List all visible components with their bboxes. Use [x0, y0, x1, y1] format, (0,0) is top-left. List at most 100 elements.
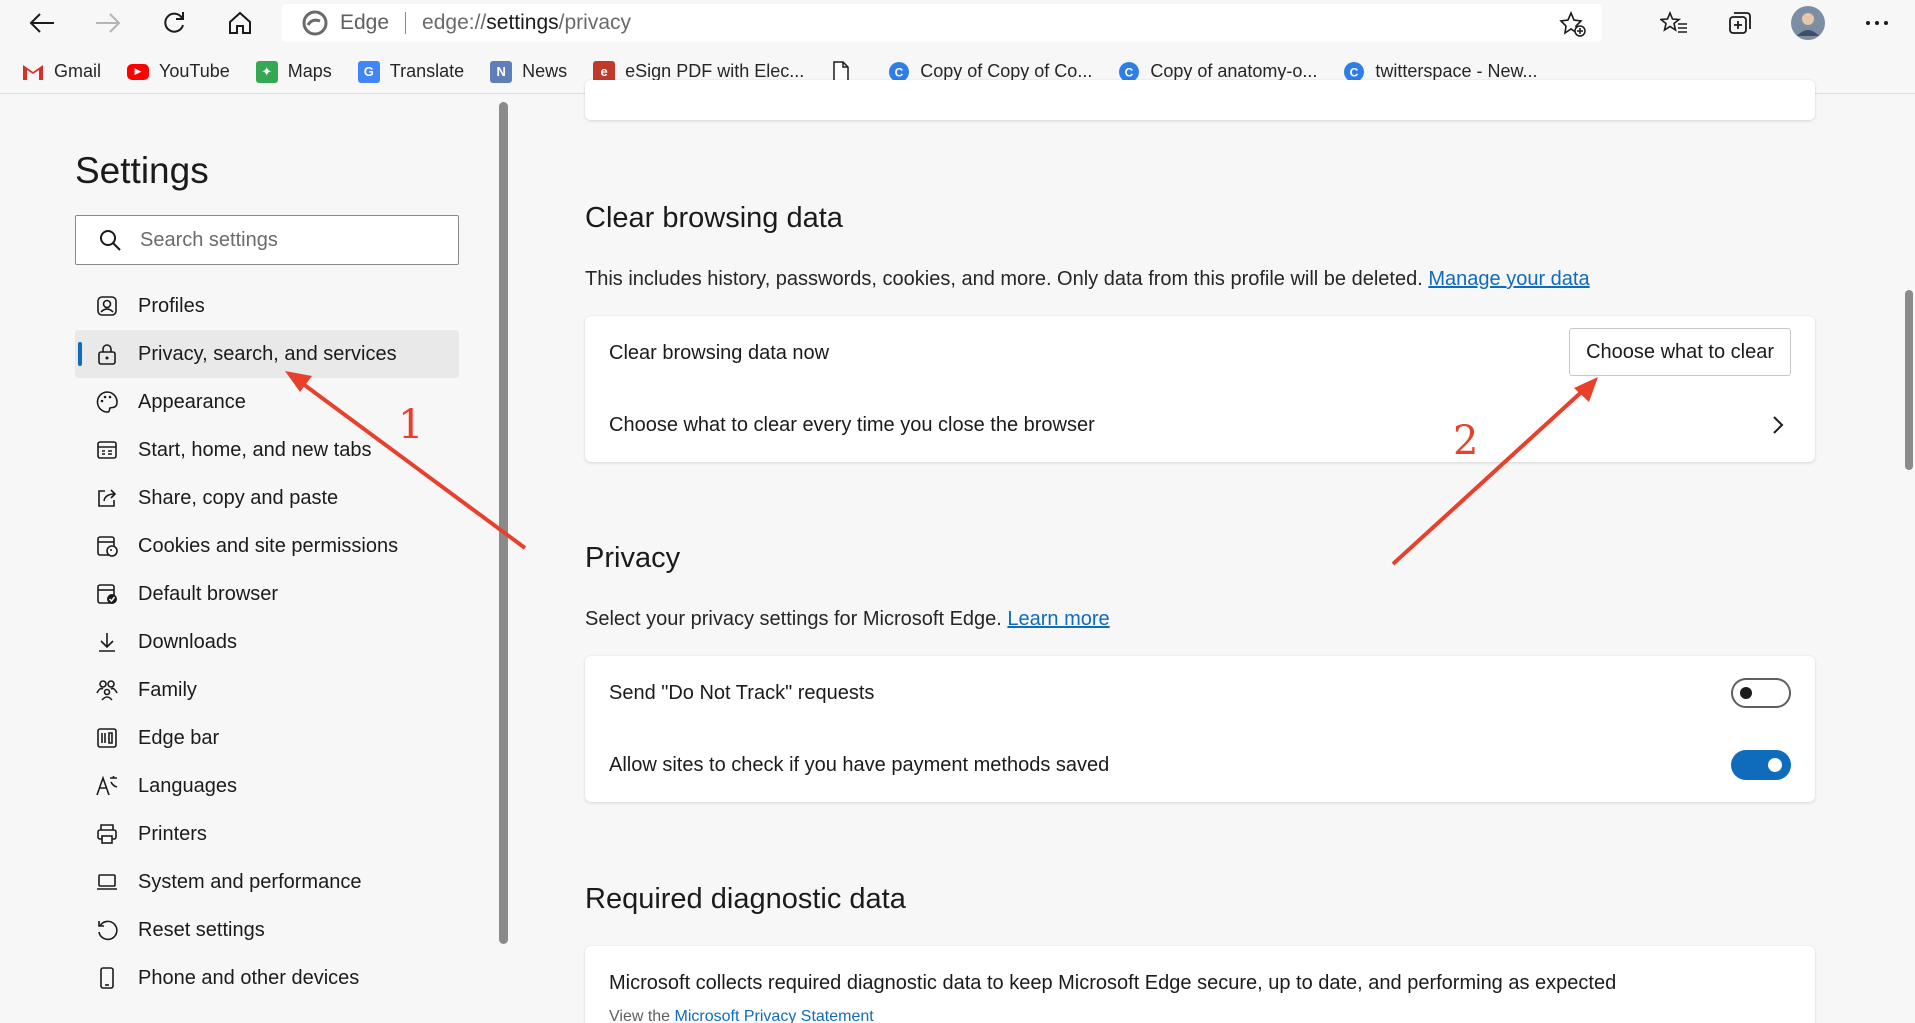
toggle-knob [1740, 687, 1752, 699]
profile-avatar[interactable] [1788, 5, 1828, 41]
learn-more-link[interactable]: Learn more [1007, 608, 1109, 630]
clear-browsing-title: Clear browsing data [585, 202, 843, 234]
bookmark-item[interactable]: Gmail [22, 61, 101, 83]
favorite-add-icon[interactable] [1558, 10, 1588, 38]
page-scrollbar[interactable] [1901, 100, 1915, 1023]
chevron-right-icon [1773, 416, 1784, 434]
default-browser-icon [94, 581, 120, 607]
sidebar-item-downloads[interactable]: Downloads [75, 618, 459, 666]
annotation-label-1: 1 [398, 402, 424, 448]
url-path: settings [486, 11, 559, 34]
maps-icon: ✦ [255, 60, 278, 83]
edge-logo-icon [302, 10, 328, 36]
page-scrollbar-thumb[interactable] [1905, 290, 1913, 470]
choose-what-to-clear-button[interactable]: Choose what to clear [1569, 328, 1791, 376]
home-icon[interactable] [220, 5, 260, 41]
more-icon[interactable] [1857, 5, 1897, 41]
sidebar-item-default-browser[interactable]: Default browser [75, 570, 459, 618]
url-suffix: /privacy [558, 11, 632, 34]
sidebar-item-printers[interactable]: Printers [75, 810, 459, 858]
bookmark-label: eSign PDF with Elec... [625, 61, 805, 81]
bookmark-label: twitterspace - New... [1375, 61, 1538, 81]
privacy-card: Send "Do Not Track" requests Allow sites… [585, 656, 1815, 802]
do-not-track-toggle[interactable] [1731, 678, 1791, 708]
sidebar-item-label: Profiles [138, 294, 205, 317]
search-settings-input[interactable] [140, 228, 440, 252]
svg-text:C: C [1350, 65, 1359, 79]
news-icon: N [490, 60, 513, 83]
clear-browsing-description: This includes history, passwords, cookie… [585, 268, 1590, 291]
bookmark-label: Translate [389, 61, 465, 81]
edge-bar-icon [94, 725, 120, 751]
address-divider [405, 12, 407, 34]
bookmark-item[interactable]: ✦ Maps [255, 60, 332, 83]
bookmark-label: Copy of Copy of Co... [920, 61, 1093, 81]
collections-icon[interactable] [1720, 5, 1760, 41]
bookmark-item[interactable]: N News [490, 60, 567, 83]
svg-text:C: C [1125, 65, 1134, 79]
diagnostic-card: Microsoft collects required diagnostic d… [585, 946, 1815, 1023]
clear-on-close-row[interactable]: Choose what to clear every time you clos… [585, 388, 1815, 462]
reset-icon [94, 917, 120, 943]
sidebar-item-label: Appearance [138, 390, 246, 413]
sidebar-item-system-and-performance[interactable]: System and performance [75, 858, 459, 906]
sidebar-item-label: Edge bar [138, 726, 220, 749]
sidebar-scrollbar-thumb[interactable] [499, 102, 508, 944]
url-scheme: edge:// [422, 11, 487, 34]
refresh-icon[interactable] [154, 5, 194, 41]
address-url: edge://settings/privacy [422, 11, 631, 35]
bookmark-label: Maps [287, 61, 332, 81]
do-not-track-label: Send "Do Not Track" requests [609, 681, 875, 704]
sidebar-item-label: Privacy, search, and services [138, 342, 397, 365]
sidebar-item-cookies-and-site-permissions[interactable]: Cookies and site permissions [75, 522, 459, 570]
favorites-icon[interactable] [1654, 5, 1694, 41]
search-settings-box[interactable] [75, 215, 459, 265]
sidebar-item-edge-bar[interactable]: Edge bar [75, 714, 459, 762]
sidebar-item-label: System and performance [138, 870, 362, 893]
bookmark-label: YouTube [159, 61, 230, 81]
privacy-description: Select your privacy settings for Microso… [585, 608, 1110, 631]
clear-now-row: Clear browsing data now Choose what to c… [585, 316, 1815, 390]
start-tabs-icon [94, 437, 120, 463]
clear-on-close-label: Choose what to clear every time you clos… [609, 413, 1095, 436]
back-icon[interactable] [22, 5, 62, 41]
bookmark-item[interactable]: G Translate [357, 60, 465, 83]
do-not-track-row: Send "Do Not Track" requests [585, 656, 1815, 730]
annotation-label-2: 2 [1453, 418, 1479, 464]
search-icon [100, 230, 121, 251]
address-bar[interactable]: Edge edge://settings/privacy [282, 4, 1602, 42]
sidebar-item-family[interactable]: Family [75, 666, 459, 714]
clear-now-label: Clear browsing data now [609, 341, 830, 364]
sidebar-item-reset-settings[interactable]: Reset settings [75, 906, 459, 954]
gmail-icon [22, 61, 44, 83]
clear-browsing-card: Clear browsing data now Choose what to c… [585, 316, 1815, 462]
bookmark-label: Copy of anatomy-o... [1150, 61, 1318, 81]
phone-icon [94, 965, 120, 991]
sidebar-item-languages[interactable]: Languages [75, 762, 459, 810]
sidebar-item-privacy-search-and-services[interactable]: Privacy, search, and services [75, 330, 459, 378]
sidebar-item-label: Phone and other devices [138, 966, 360, 989]
sidebar-item-label: Share, copy and paste [138, 486, 339, 509]
sidebar-scrollbar[interactable] [497, 100, 511, 950]
settings-title: Settings [75, 150, 209, 191]
bookmark-item[interactable]: ▶ YouTube [127, 61, 230, 82]
share-icon [94, 485, 120, 511]
manage-your-data-link[interactable]: Manage your data [1428, 268, 1589, 290]
sidebar-item-phone-and-other-devices[interactable]: Phone and other devices [75, 954, 459, 1002]
sidebar-item-share-copy-and-paste[interactable]: Share, copy and paste [75, 474, 459, 522]
toggle-knob [1768, 758, 1782, 772]
sidebar-item-label: Languages [138, 774, 237, 797]
sidebar-item-label: Family [138, 678, 197, 701]
diagnostic-view-line: View the Microsoft Privacy Statement [609, 1008, 874, 1023]
cookies-icon [94, 533, 120, 559]
privacy-title: Privacy [585, 542, 681, 574]
sidebar-item-label: Start, home, and new tabs [138, 438, 372, 461]
sidebar-item-label: Printers [138, 822, 207, 845]
privacy-statement-link[interactable]: Microsoft Privacy Statement [675, 1008, 874, 1023]
languages-icon [94, 773, 120, 799]
forward-icon[interactable] [88, 5, 128, 41]
privacy-description-text: Select your privacy settings for Microso… [585, 608, 1002, 630]
payment-methods-toggle[interactable] [1731, 750, 1791, 780]
youtube-icon: ▶ [127, 63, 150, 80]
sidebar-item-profiles[interactable]: Profiles [75, 282, 459, 330]
